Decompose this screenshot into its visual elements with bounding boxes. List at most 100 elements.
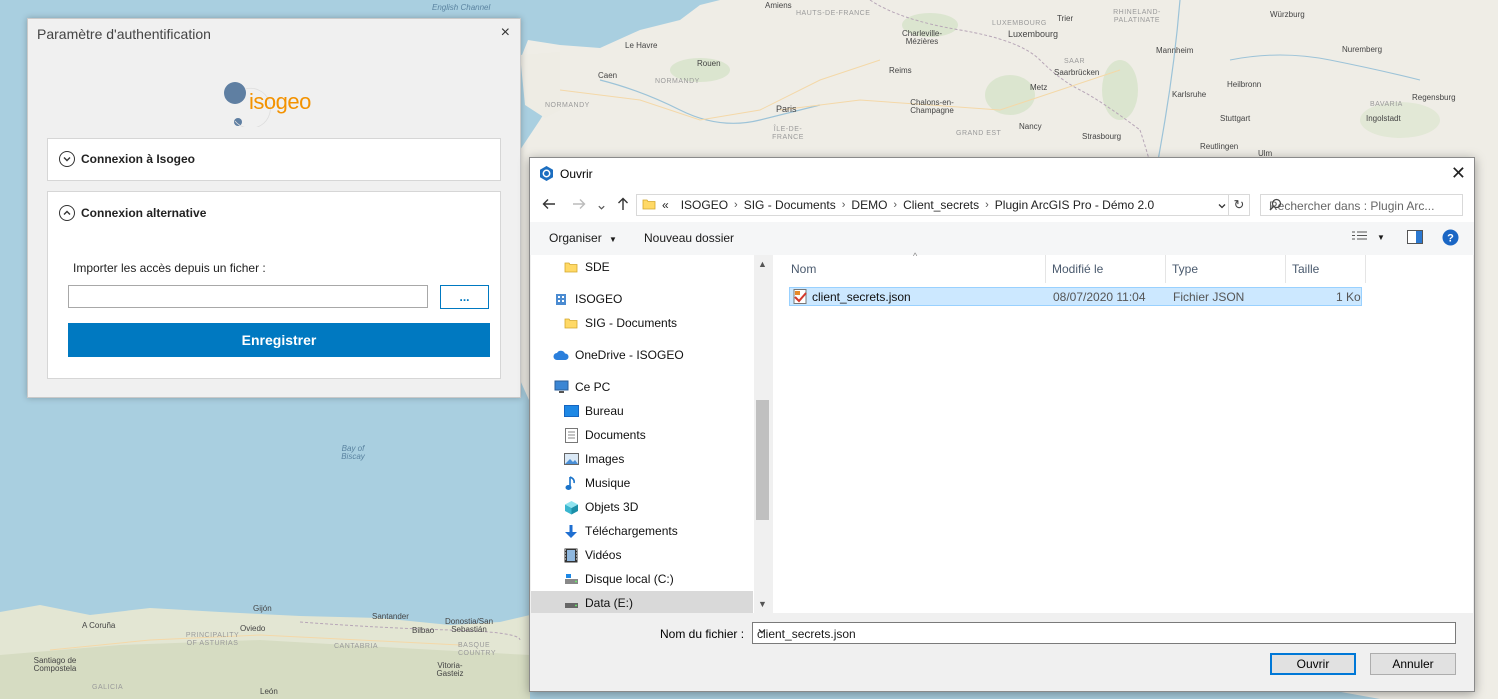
- auth-dialog-close-button[interactable]: ×: [501, 24, 510, 42]
- tree-item-data-e[interactable]: Data (E:): [531, 591, 753, 613]
- tree-item-sde[interactable]: SDE: [531, 255, 771, 279]
- breadcrumb-isogeo[interactable]: ISOGEO: [681, 198, 728, 212]
- map-label-charleville: Charleville-Mézières: [901, 29, 942, 46]
- up-arrow-icon[interactable]: [616, 197, 630, 214]
- save-button[interactable]: Enregistrer: [68, 323, 490, 357]
- tree-item-ce-pc[interactable]: Ce PC: [531, 375, 771, 399]
- scroll-up-arrow-icon[interactable]: ▲: [758, 259, 767, 269]
- breadcrumb-demo[interactable]: DEMO: [851, 198, 887, 212]
- open-dialog-titlebar: Ouvrir ✕: [530, 158, 1474, 189]
- organize-menu-button[interactable]: Organiser ▼: [549, 231, 617, 245]
- map-label-ingolstadt: Ingolstadt: [1366, 114, 1401, 123]
- map-label-strasbourg: Strasbourg: [1082, 132, 1122, 141]
- images-icon: [563, 451, 579, 467]
- file-type: Fichier JSON: [1173, 290, 1245, 304]
- help-icon[interactable]: ?: [1442, 229, 1459, 249]
- tree-item-label: Data (E:): [585, 596, 634, 610]
- map-label-ile-de-france: ÎLE-DE-FRANCE: [772, 126, 804, 141]
- recent-locations-chevron-icon[interactable]: [597, 199, 606, 215]
- map-label-normandy-1: NORMANDY: [655, 78, 700, 85]
- map-label-paris: Paris: [776, 104, 797, 114]
- forward-arrow-icon[interactable]: [572, 197, 586, 214]
- dialog-footer: Nom du fichier : client_secrets.json Ouv…: [530, 613, 1474, 691]
- breadcrumb-client-secrets[interactable]: Client_secrets: [903, 198, 979, 212]
- map-label-heilbronn: Heilbronn: [1227, 80, 1262, 89]
- open-dialog-close-button[interactable]: ✕: [1451, 163, 1466, 184]
- back-arrow-icon[interactable]: [542, 197, 556, 214]
- video-icon: [563, 547, 579, 563]
- file-row[interactable]: client_secrets.json 08/07/2020 11:04 Fic…: [789, 287, 1362, 306]
- import-file-path-input[interactable]: [68, 285, 428, 308]
- search-input[interactable]: Rechercher dans : Plugin Arc...: [1260, 194, 1463, 216]
- computer-icon: [553, 379, 569, 395]
- tree-item-objets-3d[interactable]: Objets 3D: [531, 495, 771, 519]
- json-file-icon: [793, 289, 808, 307]
- column-header-modified[interactable]: Modifié le: [1046, 255, 1166, 283]
- panel-connexion-isogeo-header[interactable]: Connexion à Isogeo: [59, 149, 195, 169]
- browse-file-button[interactable]: ...: [440, 285, 489, 309]
- map-label-nuremberg: Nuremberg: [1342, 45, 1383, 54]
- building-icon: [553, 291, 569, 307]
- column-header-name[interactable]: Nom: [785, 255, 1046, 283]
- folder-icon: [563, 315, 579, 331]
- breadcrumb-sig-documents[interactable]: SIG - Documents: [744, 198, 836, 212]
- column-header-type[interactable]: Type: [1166, 255, 1286, 283]
- map-label-amiens: Amiens: [765, 1, 792, 10]
- folder-icon: [642, 197, 656, 214]
- map-label-rhineland: RHINELAND-PALATINATE: [1113, 9, 1161, 24]
- tree-item-label: Documents: [585, 428, 646, 442]
- map-label-reutlingen: Reutlingen: [1200, 142, 1239, 151]
- tree-item-sig-documents[interactable]: SIG - Documents: [531, 311, 771, 335]
- view-options-caret-icon[interactable]: ▼: [1377, 233, 1385, 242]
- breadcrumb-plugin-folder[interactable]: Plugin ArcGIS Pro - Démo 2.0: [995, 198, 1154, 212]
- panel-connexion-isogeo: Connexion à Isogeo: [47, 138, 501, 181]
- address-bar[interactable]: « ISOGEO › SIG - Documents › DEMO › Clie…: [636, 194, 1240, 216]
- file-name-dropdown-icon[interactable]: [757, 626, 1451, 639]
- organize-label: Organiser: [549, 231, 602, 245]
- tree-item-label: OneDrive - ISOGEO: [575, 348, 684, 362]
- tree-item-musique[interactable]: Musique: [531, 471, 771, 495]
- map-label-normandy-2: NORMANDY: [545, 102, 590, 109]
- chevron-up-icon: [59, 205, 75, 221]
- panel-connexion-alternative: Connexion alternative Importer les accès…: [47, 191, 501, 379]
- map-label-gijon: Gijón: [253, 604, 272, 613]
- view-options-icon[interactable]: [1352, 231, 1368, 246]
- map-label-oviedo: Oviedo: [240, 624, 266, 633]
- navigation-pane-scrollbar[interactable]: ▲ ▼: [754, 255, 771, 613]
- address-history-chevron-icon[interactable]: [1217, 200, 1227, 214]
- tree-item-documents[interactable]: Documents: [531, 423, 771, 447]
- tree-item-onedrive[interactable]: OneDrive - ISOGEO: [531, 343, 771, 367]
- map-label-luxembourg-city: Luxembourg: [1008, 29, 1059, 39]
- map-label-luxembourg-country: LUXEMBOURG: [992, 20, 1047, 27]
- map-label-asturias: PRINCIPALITY OF ASTURIAS: [185, 632, 240, 647]
- map-label-saar: SAAR: [1064, 58, 1086, 65]
- tree-item-disque-c[interactable]: Disque local (C:): [531, 567, 771, 591]
- tree-item-videos[interactable]: Vidéos: [531, 543, 771, 567]
- tree-item-telechargements[interactable]: Téléchargements: [531, 519, 771, 543]
- tree-item-images[interactable]: Images: [531, 447, 771, 471]
- preview-pane-icon[interactable]: [1407, 230, 1423, 247]
- column-header-size[interactable]: Taille: [1286, 255, 1366, 283]
- search-icon: [1269, 198, 1457, 214]
- map-label-karlsruhe: Karlsruhe: [1172, 90, 1207, 99]
- panel-connexion-alternative-header[interactable]: Connexion alternative: [59, 203, 206, 223]
- file-name-input[interactable]: client_secrets.json: [752, 622, 1456, 644]
- isogeo-logo: isogeo: [221, 77, 331, 129]
- map-label-santander: Santander: [372, 612, 409, 621]
- open-button[interactable]: Ouvrir: [1270, 653, 1356, 675]
- tree-item-isogeo[interactable]: ISOGEO: [531, 287, 771, 311]
- scroll-down-arrow-icon[interactable]: ▼: [758, 599, 767, 609]
- isogeo-logo-text: isogeo: [249, 89, 311, 114]
- tree-item-label: Objets 3D: [585, 500, 639, 514]
- tree-item-label: SDE: [585, 260, 610, 274]
- tree-item-label: Ce PC: [575, 380, 611, 394]
- breadcrumb-overflow[interactable]: «: [662, 198, 669, 212]
- map-label-rouen: Rouen: [697, 59, 721, 68]
- tree-item-bureau[interactable]: Bureau: [531, 399, 771, 423]
- scrollbar-thumb[interactable]: [756, 400, 769, 520]
- new-folder-button[interactable]: Nouveau dossier: [644, 231, 734, 245]
- panel-connexion-alternative-label: Connexion alternative: [81, 206, 207, 220]
- refresh-icon[interactable]: ↻: [1228, 194, 1250, 216]
- cloud-icon: [553, 347, 569, 363]
- cancel-button[interactable]: Annuler: [1370, 653, 1456, 675]
